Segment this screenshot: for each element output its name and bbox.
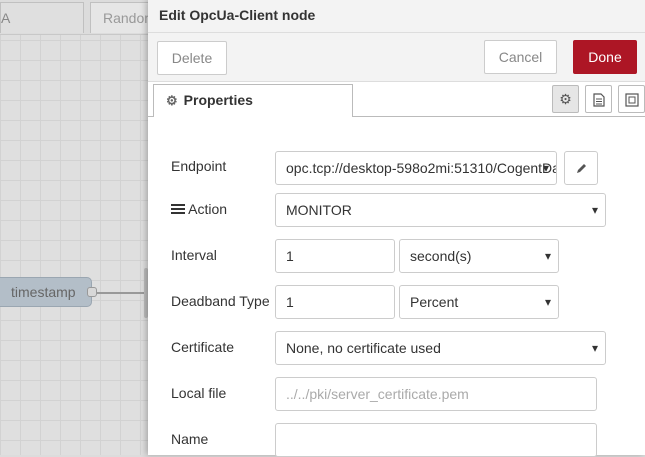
interval-unit-select[interactable]: second(s)	[399, 239, 559, 273]
endpoint-value: opc.tcp://desktop-598o2mi:51310/CogentDa…	[286, 160, 556, 176]
gear-icon: ⚙	[559, 91, 572, 107]
deadband-type-select[interactable]: Percent	[399, 285, 559, 319]
certificate-label: Certificate	[171, 339, 235, 355]
deadband-type-value: Percent	[410, 294, 459, 310]
done-button[interactable]: Done	[573, 40, 637, 74]
interval-value: 1	[286, 248, 294, 264]
tab-appearance-button[interactable]	[618, 85, 645, 113]
local-file-label: Local file	[171, 385, 227, 401]
node-output-port[interactable]	[87, 287, 97, 297]
tray-header: Edit OpcUa-Client node	[148, 0, 645, 33]
certificate-select[interactable]: None, no certificate used	[275, 331, 606, 365]
interval-label: Interval	[171, 247, 217, 263]
action-select[interactable]: MONITOR	[275, 193, 606, 227]
workspace-canvas[interactable]: A Random timestamp	[0, 0, 148, 455]
local-file-placeholder: ../../pki/server_certificate.pem	[286, 386, 469, 402]
local-file-input[interactable]: ../../pki/server_certificate.pem	[275, 377, 597, 411]
edit-tray: Edit OpcUa-Client node Delete Cancel Don…	[148, 0, 645, 457]
tab-properties-label: Properties	[183, 92, 253, 108]
deadband-label: Deadband Type	[171, 293, 270, 309]
endpoint-label: Endpoint	[171, 158, 227, 174]
flow-node-label: timestamp	[11, 284, 76, 300]
delete-button[interactable]: Delete	[157, 41, 227, 75]
endpoint-select[interactable]: opc.tcp://desktop-598o2mi:51310/CogentDa…	[275, 151, 557, 185]
tray-title: Edit OpcUa-Client node	[159, 7, 316, 23]
cancel-button[interactable]: Cancel	[484, 40, 557, 74]
action-label-row: Action	[171, 201, 227, 217]
workspace-tab-bar: A Random	[0, 0, 148, 35]
action-label: Action	[188, 201, 228, 217]
flow-node-timestamp[interactable]: timestamp	[0, 277, 92, 307]
list-icon	[171, 204, 185, 214]
pencil-icon	[577, 163, 586, 173]
document-icon	[592, 93, 605, 107]
workspace-tab-random[interactable]: Random	[90, 2, 148, 33]
tab-properties-icon-button[interactable]: ⚙	[552, 85, 579, 113]
workspace-tab-label: Random	[103, 10, 148, 26]
workspace-tab-active[interactable]: A	[0, 2, 84, 33]
interval-input[interactable]: 1	[275, 239, 395, 273]
gear-icon: ⚙	[166, 93, 178, 108]
workspace-tab-label: A	[1, 10, 11, 26]
certificate-value: None, no certificate used	[286, 340, 441, 356]
tray-toolbar: Delete Cancel Done	[148, 33, 645, 82]
edit-endpoint-button[interactable]	[564, 151, 598, 185]
tab-properties[interactable]: ⚙ Properties	[153, 84, 353, 117]
tray-tab-row: ⚙ Properties ⚙	[148, 82, 645, 117]
deadband-value: 1	[286, 294, 294, 310]
tab-description-button[interactable]	[585, 85, 612, 113]
name-label: Name	[171, 431, 209, 447]
frame-icon	[624, 93, 639, 107]
flow-wire[interactable]	[97, 292, 148, 294]
name-input[interactable]	[275, 423, 597, 457]
interval-unit-value: second(s)	[410, 248, 472, 264]
deadband-input[interactable]: 1	[275, 285, 395, 319]
action-value: MONITOR	[286, 202, 352, 218]
